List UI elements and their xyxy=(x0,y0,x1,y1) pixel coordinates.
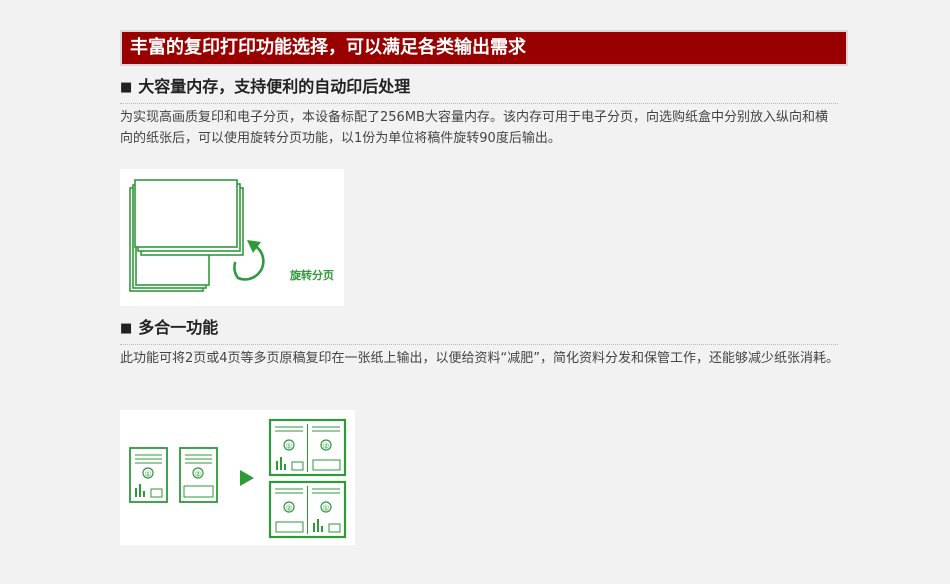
arrow-right-icon xyxy=(240,470,254,486)
multi-up-figure: ① ② ① ② ② ① xyxy=(120,410,355,545)
page-number-2: ② xyxy=(194,470,201,479)
multi-up-illustration: ① ② ① ② ② ① xyxy=(129,418,347,539)
bullet-square-icon: ■ xyxy=(120,80,133,95)
page-number-2: ② xyxy=(322,442,329,451)
section-title-text: 多合一功能 xyxy=(138,318,219,337)
original-page-1-icon: ① xyxy=(129,447,168,503)
section-title-text: 大容量内存，支持便利的自动印后处理 xyxy=(138,77,411,96)
rotate-sort-illustration: 旋转分页 xyxy=(129,179,334,292)
original-page-2-icon: ② xyxy=(179,447,218,503)
section-text-multi-up: 此功能可将2页或4页等多页原稿复印在一张纸上输出，以便给资料“减肥”，简化资料分… xyxy=(120,351,840,366)
figure-label-rotate-sort: 旋转分页 xyxy=(289,268,334,282)
bullet-square-icon: ■ xyxy=(120,321,133,336)
page-number-2: ② xyxy=(285,504,292,513)
rotate-sort-figure: 旋转分页 xyxy=(120,169,344,306)
page-banner-title: 丰富的复印打印功能选择，可以满足各类输出需求 xyxy=(120,30,848,66)
combined-sheet-1-icon: ① ② xyxy=(268,418,347,477)
page-number-1: ① xyxy=(322,504,329,513)
section-title-multi-up: ■ 多合一功能 xyxy=(120,314,838,345)
section-title-memory: ■ 大容量内存，支持便利的自动印后处理 xyxy=(120,73,838,104)
page-number-1: ① xyxy=(144,470,151,479)
page-number-1: ① xyxy=(285,442,292,451)
section-text-memory: 为实现高画质复印和电子分页，本设备标配了256MB大容量内存。该内存可用于电子分… xyxy=(120,110,828,146)
combined-sheet-2-icon: ② ① xyxy=(268,480,347,539)
